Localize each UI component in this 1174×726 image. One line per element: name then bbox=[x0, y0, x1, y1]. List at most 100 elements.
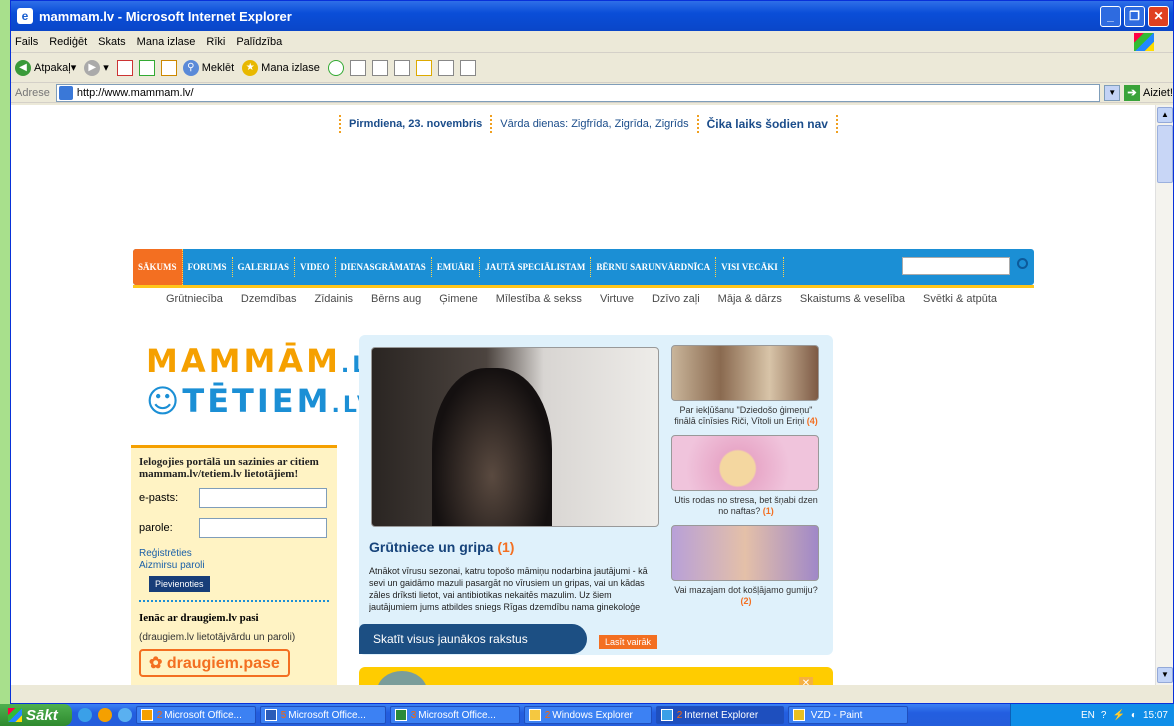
subnav-item[interactable]: Māja & dārzs bbox=[718, 293, 782, 305]
go-button[interactable]: ➔ Aiziet! bbox=[1124, 84, 1173, 101]
draugiem-pase-button[interactable]: ✿ draugiem.pase bbox=[139, 649, 290, 677]
menu-edit[interactable]: Rediģēt bbox=[49, 36, 87, 48]
windows-logo-icon bbox=[8, 708, 22, 722]
task-office-1[interactable]: 2 Microsoft Office... bbox=[135, 706, 256, 724]
menu-help[interactable]: Palīdzība bbox=[236, 36, 282, 48]
task-windows-explorer[interactable]: 2 Windows Explorer bbox=[523, 706, 652, 724]
task-internet-explorer[interactable]: 2 Internet Explorer bbox=[655, 706, 784, 724]
ie-quicklaunch-icon[interactable] bbox=[77, 708, 92, 722]
password-label: parole: bbox=[139, 522, 173, 534]
latest-articles-button[interactable]: Skatīt visus jaunākos rakstus bbox=[359, 624, 587, 654]
scroll-down-icon[interactable]: ▼ bbox=[1157, 667, 1173, 683]
clock: 15:07 bbox=[1142, 709, 1168, 721]
subnav-item[interactable]: Bērns aug bbox=[371, 293, 421, 305]
ad-banner[interactable]: ✕ bbox=[359, 667, 833, 685]
minimize-button[interactable]: _ bbox=[1100, 6, 1121, 27]
password-field[interactable] bbox=[199, 518, 327, 538]
search-button[interactable]: ⚲ Meklēt bbox=[182, 59, 234, 76]
system-tray: EN ? ⚡ ◐ 15:07 bbox=[1010, 704, 1174, 726]
subnav-item[interactable]: Svētki & atpūta bbox=[923, 293, 997, 305]
ie2-quicklaunch-icon[interactable] bbox=[117, 708, 132, 722]
address-dropdown-icon[interactable]: ▼ bbox=[1104, 84, 1121, 101]
subnav-item[interactable]: Zīdainis bbox=[315, 293, 354, 305]
email-label: e-pasts: bbox=[139, 492, 179, 504]
nav-forums[interactable]: FORUMS bbox=[183, 257, 233, 277]
close-ad-icon[interactable]: ✕ bbox=[799, 677, 813, 685]
language-indicator[interactable]: EN bbox=[1081, 710, 1095, 721]
go-arrow-icon: ➔ bbox=[1124, 84, 1141, 101]
register-link[interactable]: Reģistrēties bbox=[139, 548, 329, 560]
subnav-item[interactable]: Mīlestība & sekss bbox=[496, 293, 582, 305]
volume-icon[interactable]: ◐ bbox=[1131, 710, 1137, 721]
email-field[interactable] bbox=[199, 488, 327, 508]
stop-icon[interactable] bbox=[116, 59, 133, 76]
address-input[interactable]: http://www.mammam.lv/ bbox=[55, 83, 1101, 102]
article-thumbnail[interactable] bbox=[671, 345, 819, 401]
back-arrow-icon: ◀ bbox=[15, 59, 31, 76]
subnav-item[interactable]: Dzemdības bbox=[241, 293, 297, 305]
article-thumbnail[interactable] bbox=[671, 435, 819, 491]
scroll-up-icon[interactable]: ▲ bbox=[1157, 107, 1173, 123]
favorites-button[interactable]: ★ Mana izlase bbox=[242, 59, 320, 76]
ie-icon: e bbox=[17, 8, 33, 24]
menu-favorites[interactable]: Mana izlase bbox=[137, 36, 196, 48]
feature-text: Atnākot vīrusu sezonai, katru topošo mām… bbox=[369, 566, 648, 612]
forward-button[interactable]: ▶ ▾ bbox=[84, 59, 109, 76]
feature-title[interactable]: Grūtniece un gripa (1) bbox=[369, 539, 514, 555]
nav-dienasgramatas[interactable]: DIENASGRĀMATAS bbox=[336, 257, 432, 277]
menu-file[interactable]: Fails bbox=[15, 36, 38, 48]
toolbar: ◀ Atpakaļ ▾ ▶ ▾ ⚲ Meklēt ★ Mana izlase bbox=[11, 53, 1173, 83]
subnav-item[interactable]: Virtuve bbox=[600, 293, 634, 305]
start-button[interactable]: Sākt bbox=[0, 704, 72, 726]
pig-time[interactable]: Čika laiks šodien nav bbox=[707, 117, 828, 131]
subnav-item[interactable]: Dzīvo zaļi bbox=[652, 293, 700, 305]
maximize-button[interactable]: ❐ bbox=[1124, 6, 1145, 27]
article-thumbnail[interactable] bbox=[671, 525, 819, 581]
vertical-scrollbar[interactable]: ▲ ▼ bbox=[1155, 105, 1173, 685]
research-icon[interactable] bbox=[437, 59, 454, 76]
side-article[interactable]: Par iekļūšanu "Dziedošo ģimeņu" finālā c… bbox=[671, 345, 821, 427]
nav-visi-vecaki[interactable]: VISI VECĀKI bbox=[716, 257, 784, 277]
site-search-input[interactable] bbox=[902, 257, 1010, 275]
nav-galerijas[interactable]: GALERIJAS bbox=[233, 257, 296, 277]
forgot-password-link[interactable]: Aizmirsu paroli bbox=[139, 560, 329, 572]
address-bar: Adrese http://www.mammam.lv/ ▼ ➔ Aiziet! bbox=[11, 83, 1173, 103]
menu-view[interactable]: Skats bbox=[98, 36, 126, 48]
menu-tools[interactable]: Rīki bbox=[206, 36, 225, 48]
task-office-3[interactable]: 3 Microsoft Office... bbox=[389, 706, 520, 724]
nav-jauta-specialistam[interactable]: JAUTĀ SPECIĀLISTAM bbox=[480, 257, 592, 277]
read-more-button[interactable]: Lasīt vairāk bbox=[599, 635, 658, 649]
home-icon[interactable] bbox=[160, 59, 177, 76]
folder-icon[interactable] bbox=[415, 59, 432, 76]
task-office-2[interactable]: 5 Microsoft Office... bbox=[259, 706, 386, 724]
login-button[interactable]: Pievienoties bbox=[149, 576, 210, 592]
feature-image[interactable] bbox=[371, 347, 659, 527]
nav-video[interactable]: VIDEO bbox=[295, 257, 336, 277]
side-article[interactable]: Vai mazajam dot košļājamo gumiju? (2) bbox=[671, 525, 821, 607]
back-button[interactable]: ◀ Atpakaļ ▾ bbox=[15, 59, 76, 76]
help-icon[interactable]: ? bbox=[1101, 710, 1107, 721]
task-paint[interactable]: VZD - Paint bbox=[787, 706, 908, 724]
nav-sakums[interactable]: SĀKUMS bbox=[133, 249, 183, 285]
scroll-thumb[interactable] bbox=[1157, 125, 1173, 183]
logo-tetiem[interactable]: ☺TĒTIEM.LV bbox=[146, 382, 377, 420]
refresh-icon[interactable] bbox=[138, 59, 155, 76]
side-article[interactable]: Utis rodas no stresa, bet šņabi dzen no … bbox=[671, 435, 821, 517]
mail-icon[interactable] bbox=[349, 59, 366, 76]
opera-quicklaunch-icon[interactable] bbox=[97, 708, 112, 722]
print-icon[interactable] bbox=[371, 59, 388, 76]
network-icon[interactable]: ⚡ bbox=[1112, 710, 1124, 721]
close-button[interactable]: ✕ bbox=[1148, 6, 1169, 27]
history-icon[interactable] bbox=[327, 59, 344, 76]
folder-icon bbox=[528, 709, 541, 721]
nav-bernu-sarunvardnica[interactable]: BĒRNU SARUNVĀRDNĪCA bbox=[591, 257, 717, 277]
main-nav: SĀKUMS FORUMS GALERIJAS VIDEO DIENASGRĀM… bbox=[133, 249, 1034, 285]
subnav-item[interactable]: Ģimene bbox=[439, 293, 478, 305]
subnav-item[interactable]: Grūtniecība bbox=[166, 293, 223, 305]
edit-icon[interactable] bbox=[393, 59, 410, 76]
messenger-icon[interactable] bbox=[459, 59, 476, 76]
subnav-item[interactable]: Skaistums & veselība bbox=[800, 293, 905, 305]
search-icon[interactable] bbox=[1017, 258, 1028, 269]
logo-mammam[interactable]: MAMMĀM.LV bbox=[146, 342, 386, 380]
nav-emuari[interactable]: EMUĀRI bbox=[432, 257, 481, 277]
